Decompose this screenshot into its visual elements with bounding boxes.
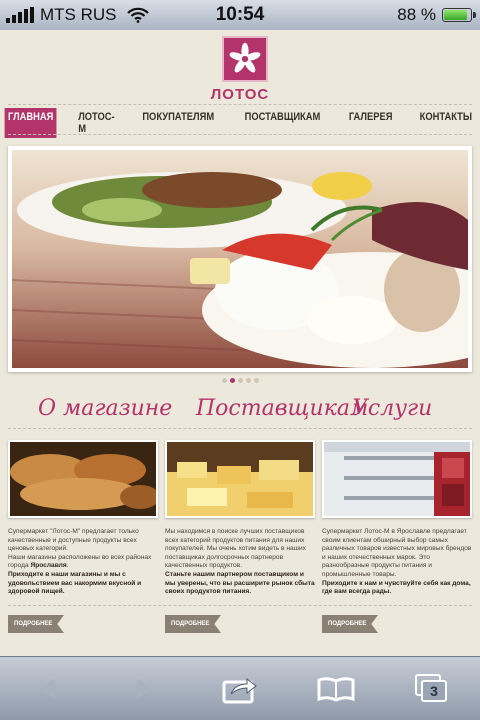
divider xyxy=(8,605,472,606)
share-icon xyxy=(222,677,257,703)
logo-text[interactable]: ЛОТОС xyxy=(0,86,480,103)
about-text: Супермаркет "Лотос-М" предлагает только … xyxy=(8,528,152,596)
slider-dot[interactable] xyxy=(237,378,243,383)
cheese-image[interactable] xyxy=(165,440,315,518)
heading-services: Услуги xyxy=(352,396,433,421)
book-icon xyxy=(317,676,355,702)
divider xyxy=(8,134,472,135)
divider xyxy=(8,104,472,105)
hero-food-image xyxy=(12,150,468,368)
tabs-count: 3 xyxy=(421,679,447,702)
signal-strength-icon xyxy=(6,7,34,23)
slider-dot[interactable] xyxy=(221,378,227,383)
battery-icon xyxy=(442,8,476,22)
more-button-about[interactable]: ПОДРОБНЕЕ xyxy=(8,615,64,633)
suppliers-text: Мы находимся в поиске лучших поставщиков… xyxy=(165,528,315,596)
forward-button[interactable] xyxy=(122,669,166,709)
share-button[interactable] xyxy=(218,669,262,709)
slider-dot[interactable] xyxy=(253,378,259,383)
divider xyxy=(8,428,472,429)
status-bar: MTS RUS 10:54 88 % xyxy=(0,0,480,30)
wifi-icon xyxy=(126,7,149,23)
column-suppliers: Мы находимся в поиске лучших поставщиков… xyxy=(165,440,315,597)
slider-dot[interactable] xyxy=(229,378,235,383)
more-button-services[interactable]: ПОДРОБНЕЕ xyxy=(322,615,378,633)
lotus-logo-icon[interactable] xyxy=(222,36,268,82)
browser-toolbar: 3 xyxy=(0,656,480,720)
bakery-image[interactable] xyxy=(8,440,158,518)
back-arrow-icon xyxy=(40,678,55,699)
heading-suppliers: Поставщикам xyxy=(196,396,369,421)
web-page: ЛОТОС ГЛАВНАЯ ЛОТОС-М ПОКУПАТЕЛЯМ ПОСТАВ… xyxy=(0,30,480,656)
forward-arrow-icon xyxy=(137,678,152,699)
more-button-suppliers[interactable]: ПОДРОБНЕЕ xyxy=(165,615,221,633)
heading-about: О магазине xyxy=(38,396,173,421)
carrier-name: MTS RUS xyxy=(40,5,117,24)
battery-percent: 88 % xyxy=(397,5,436,24)
tabs-button[interactable]: 3 xyxy=(410,669,454,709)
column-services: Супермаркет Лотос-М в Ярославле предлага… xyxy=(322,440,472,597)
bookmarks-button[interactable] xyxy=(314,669,358,709)
slider-pagination[interactable] xyxy=(0,378,480,383)
tabs-icon: 3 xyxy=(415,673,449,704)
hero-slider[interactable] xyxy=(8,146,472,372)
column-about: Супермаркет "Лотос-М" предлагает только … xyxy=(8,440,158,597)
section-headings: О магазине Поставщикам Услуги xyxy=(0,396,480,430)
store-shelves-image[interactable] xyxy=(322,440,472,518)
slider-dot[interactable] xyxy=(245,378,251,383)
back-button[interactable] xyxy=(26,669,70,709)
services-text: Супермаркет Лотос-М в Ярославле предлага… xyxy=(322,528,472,596)
